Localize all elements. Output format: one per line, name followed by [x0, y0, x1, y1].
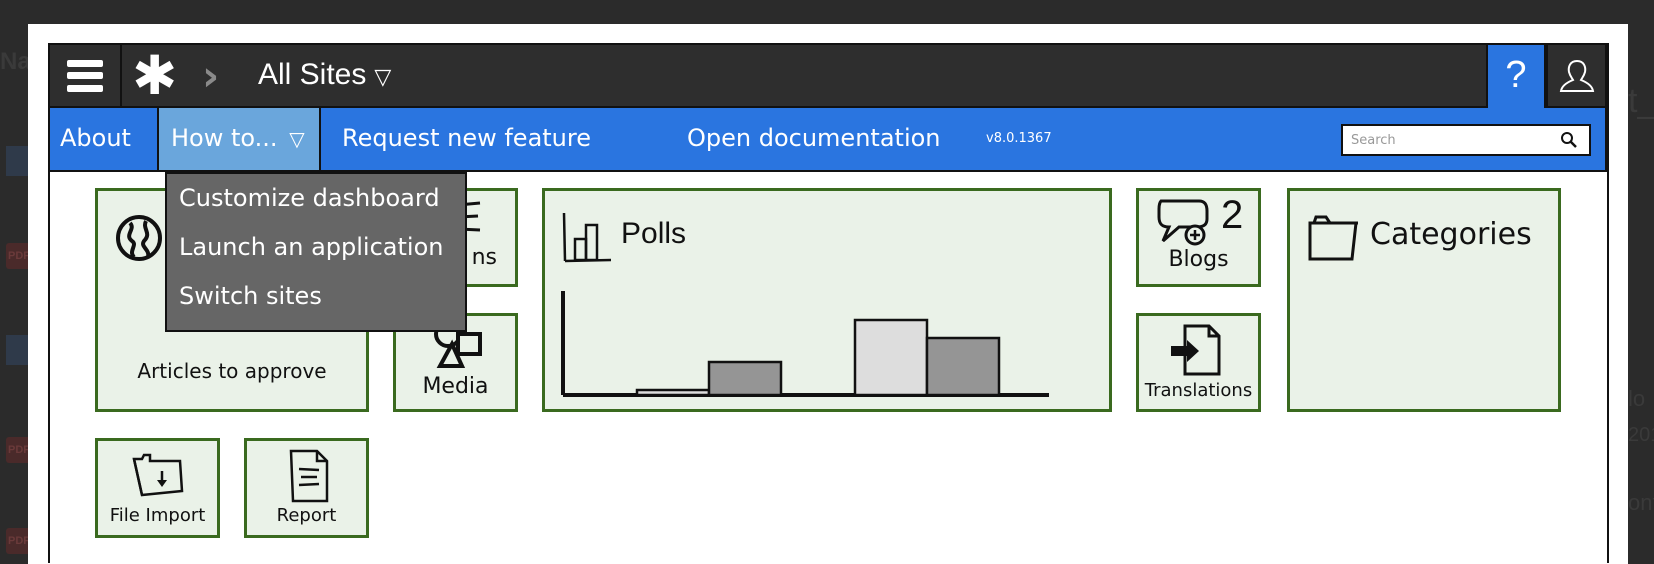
chart-bar [925, 336, 1001, 397]
tile-translations[interactable]: Translations [1136, 313, 1261, 412]
tile-categories[interactable]: Categories [1287, 188, 1561, 412]
document-import-icon [1171, 324, 1221, 376]
background-text: t_ [1628, 82, 1654, 120]
blogs-count: 2 [1221, 193, 1244, 237]
tile-blogs[interactable]: 2 Blogs [1136, 188, 1261, 287]
how-to-dropdown-menu: Customize dashboard Launch an applicatio… [165, 172, 467, 332]
categories-title: Categories [1370, 217, 1532, 252]
nav-request-feature[interactable]: Request new feature [342, 108, 591, 170]
tile-label: Translations [1144, 380, 1253, 401]
menu-button[interactable] [50, 45, 122, 106]
tile-file-import[interactable]: File Import [95, 438, 220, 538]
site-selector-label: All Sites [258, 58, 367, 91]
chart-bar [853, 318, 929, 397]
search-box [1341, 124, 1591, 156]
nav-open-documentation[interactable]: Open documentation [687, 108, 941, 170]
background-document-icon [6, 146, 30, 176]
tile-label: Report [276, 505, 337, 526]
document-lines-icon [289, 449, 329, 503]
chart-bar [707, 360, 783, 397]
nav-bar: About How to... ▽ Request new feature Op… [48, 108, 1607, 172]
menu-item-switch-sites[interactable]: Switch sites [179, 282, 322, 310]
bar-chart-icon [562, 212, 612, 263]
caret-down-icon: ▽ [289, 127, 305, 151]
chevron-right-icon: › [202, 51, 220, 100]
background-text: lo [1628, 386, 1646, 411]
hamburger-menu-icon [67, 59, 103, 92]
search-icon[interactable] [1559, 130, 1579, 150]
tile-label: Articles to approve [137, 359, 327, 383]
tile-label: File Import [109, 505, 206, 526]
menu-item-customize-dashboard[interactable]: Customize dashboard [179, 184, 440, 212]
chart-bar [635, 388, 711, 397]
site-selector[interactable]: All Sites ▽ [258, 57, 391, 95]
tile-label: Media [422, 374, 489, 399]
user-button[interactable] [1546, 43, 1607, 108]
tile-label: Blogs [1168, 247, 1229, 272]
polls-title: Polls [621, 217, 687, 250]
polls-chart [561, 291, 1049, 397]
caret-down-icon: ▽ [374, 64, 392, 89]
version-label: v8.0.1367 [986, 131, 1052, 146]
tile-report[interactable]: Report [244, 438, 369, 538]
folder-download-icon [132, 453, 184, 497]
asterisk-logo-icon[interactable]: ✱ [132, 49, 177, 103]
tile-polls[interactable]: Polls [542, 188, 1112, 412]
nav-about[interactable]: About [60, 108, 131, 170]
globe-icon [116, 215, 162, 261]
search-input[interactable] [1343, 126, 1559, 154]
user-icon [1559, 59, 1594, 92]
help-button[interactable]: ? [1486, 43, 1546, 110]
folder-icon [1308, 215, 1358, 261]
comment-add-icon [1157, 199, 1209, 246]
nav-how-to-label: How to... [171, 124, 278, 152]
background-text: Na [0, 48, 31, 75]
background-text: ont [1628, 490, 1654, 515]
menu-item-launch-application[interactable]: Launch an application [179, 233, 443, 261]
background-document-icon [6, 335, 30, 365]
nav-how-to[interactable]: How to... ▽ [157, 108, 321, 170]
background-text: 201 [1628, 424, 1654, 446]
top-bar: ✱ › All Sites ▽ [48, 43, 1607, 108]
